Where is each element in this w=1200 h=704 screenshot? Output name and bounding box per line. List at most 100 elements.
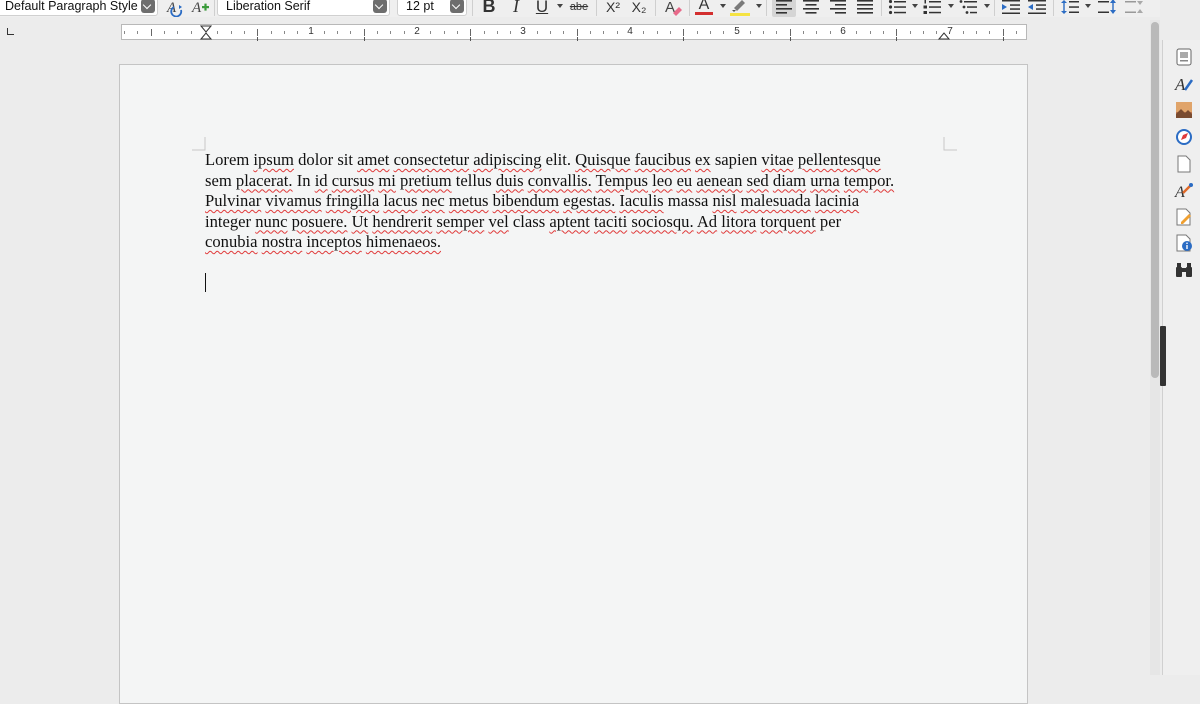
- highlighter-icon: [730, 0, 750, 16]
- sidebar-properties-button[interactable]: [1174, 47, 1194, 67]
- ruler-tick: [443, 31, 445, 34]
- sidebar-page-button[interactable]: [1174, 154, 1194, 174]
- word: lacus: [383, 191, 418, 210]
- navigator-icon: [1176, 129, 1192, 145]
- highlight-button[interactable]: [729, 0, 751, 17]
- word: semper: [436, 211, 485, 231]
- clear-formatting-button[interactable]: A: [661, 0, 685, 17]
- toolbar-separator: [214, 0, 215, 16]
- sidebar-find-button[interactable]: [1174, 260, 1194, 280]
- word: taciti: [594, 211, 628, 231]
- word: Ut: [351, 211, 369, 231]
- ruler-tick: [696, 31, 698, 34]
- outline-list-button[interactable]: [957, 0, 981, 17]
- bulleted-list-button[interactable]: [886, 0, 910, 17]
- vertical-scrollbar-thumb[interactable]: [1151, 22, 1159, 378]
- font-size-combo[interactable]: 12 pt: [397, 0, 467, 16]
- sidebar-gallery-button[interactable]: [1174, 100, 1194, 120]
- subscript-button[interactable]: X₂: [628, 0, 650, 17]
- word: torquent: [760, 211, 816, 231]
- ruler-tick: [137, 31, 139, 34]
- ruler-number: 4: [627, 26, 633, 37]
- ruler-tab-stop[interactable]: [683, 37, 684, 41]
- outline-list-dropdown-icon[interactable]: [984, 4, 990, 8]
- styles-icon: A: [1174, 75, 1194, 94]
- gallery-icon: [1176, 102, 1192, 118]
- ruler-tab-stop[interactable]: [576, 37, 578, 41]
- ruler-tick: [297, 31, 299, 34]
- increase-paragraph-spacing-button[interactable]: [1095, 0, 1119, 17]
- word: tellus: [455, 170, 492, 190]
- decrease-indent-button[interactable]: [1025, 0, 1049, 17]
- chevron-down-icon[interactable]: [450, 0, 464, 13]
- chevron-down-icon[interactable]: [141, 0, 155, 13]
- toolbar-separator: [1053, 0, 1054, 16]
- ruler-tick: [856, 31, 858, 34]
- italic-button[interactable]: I: [505, 0, 527, 17]
- sidebar-collapse-handle[interactable]: [1160, 326, 1166, 386]
- underline-dropdown-icon[interactable]: [557, 4, 563, 8]
- strikethrough-button[interactable]: abe: [567, 0, 591, 17]
- ruler-tab-stop[interactable]: [1002, 37, 1004, 41]
- align-right-button[interactable]: [826, 0, 850, 17]
- ruler-tick: [749, 31, 751, 34]
- ruler-number: 5: [734, 26, 740, 37]
- toolbar-separator: [994, 0, 995, 16]
- properties-icon: [1176, 48, 1192, 66]
- horizontal-ruler[interactable]: 1 2 3 4 5 6 7: [121, 24, 1027, 41]
- ruler-tick: [470, 29, 472, 36]
- sidebar-manage-changes-button[interactable]: [1174, 207, 1194, 227]
- increase-indent-button[interactable]: [999, 0, 1023, 17]
- decrease-indent-icon: [1028, 0, 1046, 14]
- font-color-button[interactable]: A: [693, 0, 715, 17]
- word: pellentesque: [797, 150, 881, 169]
- ruler-tick: [217, 31, 219, 34]
- ruler-tick: [337, 31, 339, 34]
- ruler-tab-stop[interactable]: [470, 37, 471, 41]
- document-page[interactable]: Lorem ipsum dolor sit amet consectetur a…: [119, 64, 1028, 704]
- bulleted-list-dropdown-icon[interactable]: [912, 4, 918, 8]
- bold-button[interactable]: B: [478, 0, 500, 17]
- sidebar-style-inspector-button[interactable]: A: [1174, 181, 1194, 201]
- ruler-tab-stop[interactable]: [363, 37, 365, 41]
- font-color-dropdown-icon[interactable]: [720, 4, 726, 8]
- word: convallis.: [527, 170, 592, 190]
- word: ex: [695, 150, 711, 169]
- sidebar-design-button[interactable]: [1174, 233, 1194, 253]
- line-spacing-button[interactable]: [1058, 0, 1082, 17]
- ruler-tick: [763, 31, 765, 34]
- word: hendrerit: [372, 211, 433, 231]
- word: placerat.: [235, 170, 293, 190]
- ruler-tab-stop[interactable]: [789, 37, 791, 41]
- ruler-number: 1: [308, 26, 314, 37]
- ruler-tick: [363, 29, 365, 36]
- decrease-paragraph-spacing-button[interactable]: [1122, 0, 1146, 17]
- text-boundary-corner: [943, 137, 957, 151]
- numbered-list-button[interactable]: [921, 0, 945, 17]
- new-style-button[interactable]: A: [189, 0, 211, 17]
- find-replace-icon: [1176, 263, 1192, 277]
- justify-button[interactable]: [853, 0, 877, 17]
- ruler-tab-stop[interactable]: [896, 37, 897, 41]
- ruler-tick: [976, 31, 978, 34]
- underline-button[interactable]: U: [531, 0, 553, 17]
- paragraph-style-combo[interactable]: Default Paragraph Style: [0, 0, 158, 16]
- sidebar-styles-button[interactable]: A: [1174, 74, 1194, 94]
- superscript-button[interactable]: X²: [602, 0, 624, 17]
- sidebar-navigator-button[interactable]: [1174, 127, 1194, 147]
- align-left-button[interactable]: [772, 0, 796, 17]
- line-spacing-dropdown-icon[interactable]: [1085, 4, 1091, 8]
- right-indent-marker[interactable]: [938, 31, 950, 40]
- update-style-button[interactable]: A: [164, 0, 186, 17]
- word: nec: [421, 191, 445, 210]
- ruler-tick: [643, 31, 645, 34]
- ruler-tab-stop[interactable]: [257, 37, 258, 41]
- document-body[interactable]: Lorem ipsum dolor sit amet consectetur a…: [205, 150, 965, 253]
- tab-type-selector[interactable]: [7, 28, 14, 35]
- highlight-dropdown-icon[interactable]: [756, 4, 762, 8]
- align-center-button[interactable]: [799, 0, 823, 17]
- font-name-combo[interactable]: Liberation Serif: [217, 0, 390, 16]
- chevron-down-icon[interactable]: [373, 0, 387, 13]
- numbered-list-dropdown-icon[interactable]: [948, 4, 954, 8]
- first-line-indent-marker[interactable]: [200, 25, 212, 40]
